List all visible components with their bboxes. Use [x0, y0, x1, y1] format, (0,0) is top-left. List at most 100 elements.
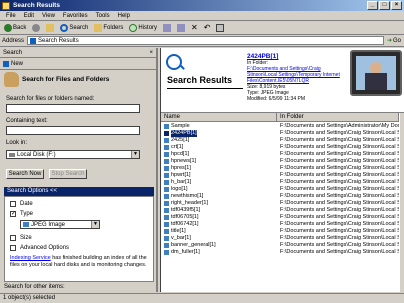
table-row[interactable]: hpres[1] F:\Documents and Settings\Craig … — [161, 165, 399, 172]
table-row[interactable]: Sample F:\Documents and Settings\Administ… — [161, 123, 399, 130]
new-search-button[interactable]: New — [3, 60, 23, 67]
file-name-cell: logo[1] — [161, 186, 277, 193]
address-field[interactable]: Search Results — [27, 36, 384, 45]
vertical-scrollbar[interactable] — [399, 113, 404, 292]
address-bar: Address Search Results ➜ Go — [0, 35, 404, 47]
folder-path-link[interactable]: F:\Documents and Settings\Craig Stinson\… — [247, 66, 343, 84]
jpeg-file-icon — [164, 159, 169, 164]
folders-button[interactable]: Folders — [92, 22, 125, 34]
move-to-button[interactable] — [161, 22, 173, 34]
delete-button[interactable]: ✕ — [189, 22, 200, 34]
jpeg-file-icon — [164, 152, 169, 157]
type-checkbox[interactable]: ✓ — [10, 211, 16, 217]
copy-to-button[interactable] — [175, 22, 187, 34]
file-name: tdf06705[1] — [171, 214, 199, 220]
menu-file[interactable]: File — [2, 13, 20, 19]
jpeg-file-icon — [164, 166, 169, 171]
date-label: Date — [20, 201, 33, 207]
containing-text-input[interactable] — [6, 126, 140, 135]
back-button[interactable]: Back — [2, 22, 28, 34]
file-name: hpwrt[1] — [171, 172, 191, 178]
table-row[interactable]: right_header[1] F:\Documents and Settings… — [161, 200, 399, 207]
file-folder: F:\Documents and Settings\Craig Stinson\… — [280, 200, 399, 206]
undo-button[interactable]: ↶ — [202, 22, 213, 34]
folders-label: Folders — [103, 24, 124, 31]
table-row[interactable]: tdf0439f5[1] F:\Documents and Settings\Cr… — [161, 207, 399, 214]
search-pane-toolbar: New — [0, 58, 156, 70]
advanced-options-checkbox[interactable] — [10, 245, 16, 251]
search-options-header[interactable]: Search Options << — [4, 187, 154, 196]
file-name: Sample — [171, 123, 190, 129]
table-row[interactable]: hpwrt[1] F:\Documents and Settings\Craig … — [161, 172, 399, 179]
file-name-cell: banner_general[1] — [161, 242, 277, 249]
date-checkbox[interactable] — [10, 201, 16, 207]
advanced-options-label: Advanced Options — [20, 245, 70, 251]
title-bar: Search Results _ □ × — [0, 0, 404, 11]
file-folder: F:\Documents and Settings\Craig Stinson\… — [280, 130, 399, 136]
drive-icon — [9, 152, 15, 157]
table-row[interactable]: 2425[1] F:\Documents and Settings\Craig S… — [161, 137, 399, 144]
type-select[interactable]: JPEG Image ▼ — [20, 220, 100, 229]
file-details: 2424PB[1] In Folder: F:\Documents and Se… — [247, 53, 343, 102]
menu-help[interactable]: Help — [114, 13, 134, 19]
table-row[interactable]: dm_fuller[1] F:\Documents and Settings\Cr… — [161, 249, 399, 256]
table-row[interactable]: v_bar[1] F:\Documents and Settings\Craig … — [161, 235, 399, 242]
views-button[interactable] — [214, 22, 226, 34]
jpeg-file-icon — [164, 236, 169, 241]
address-value: Search Results — [38, 37, 79, 44]
history-button[interactable]: History — [127, 22, 159, 34]
size-checkbox[interactable] — [10, 235, 16, 241]
table-row[interactable]: tdf06742[1] F:\Documents and Settings\Cra… — [161, 221, 399, 228]
file-name-cell: title[1] — [161, 228, 277, 235]
close-button[interactable]: × — [391, 1, 402, 10]
file-name-cell: hpcd[1] — [161, 151, 277, 158]
file-name: hpnews[1] — [171, 158, 197, 164]
look-in-select[interactable]: Local Disk (F:) ▼ — [6, 150, 140, 159]
file-name: crt[1] — [171, 144, 184, 150]
table-row[interactable]: tdf06705[1] F:\Documents and Settings\Cra… — [161, 214, 399, 221]
table-row[interactable]: 2424PB[1] F:\Documents and Settings\Craig… — [161, 130, 399, 137]
table-row[interactable]: title[1] F:\Documents and Settings\Craig … — [161, 228, 399, 235]
file-folder: F:\Documents and Settings\Craig Stinson\… — [280, 214, 399, 220]
search-now-button[interactable]: Search Now — [6, 169, 44, 179]
filename-input[interactable] — [6, 104, 140, 113]
toolbar: Back Search Folders History ✕ ↶ — [0, 21, 404, 35]
file-name: v_bar[1] — [171, 235, 191, 241]
jpeg-file-icon — [164, 215, 169, 220]
minimize-button[interactable]: _ — [367, 1, 378, 10]
stop-search-button[interactable]: Stop Search — [49, 169, 87, 179]
file-folder: F:\Documents and Settings\Craig Stinson\… — [280, 242, 399, 248]
table-row[interactable]: banner_general[1] F:\Documents and Settin… — [161, 242, 399, 249]
file-folder: F:\Documents and Settings\Administrator\… — [280, 123, 399, 129]
table-row[interactable]: crt[1] F:\Documents and Settings\Craig St… — [161, 144, 399, 151]
table-row[interactable]: h_bar[1] F:\Documents and Settings\Craig … — [161, 179, 399, 186]
table-row[interactable]: newthismo[1] F:\Documents and Settings\Cr… — [161, 193, 399, 200]
close-pane-icon[interactable]: × — [149, 50, 153, 56]
menu-tools[interactable]: Tools — [92, 13, 114, 19]
menu-favorites[interactable]: Favorites — [59, 13, 92, 19]
magnifier-handle-icon — [179, 64, 185, 70]
jpeg-file-icon — [164, 222, 169, 227]
maximize-button[interactable]: □ — [379, 1, 390, 10]
go-arrow-icon: ➜ — [386, 38, 392, 44]
table-row[interactable]: hpnews[1] F:\Documents and Settings\Craig… — [161, 158, 399, 165]
file-folder: F:\Documents and Settings\Craig Stinson\… — [280, 235, 399, 241]
search-pane-header: Search × — [0, 48, 156, 58]
search-button[interactable]: Search — [58, 22, 90, 34]
go-button[interactable]: ➜ Go — [386, 37, 404, 45]
forward-button[interactable] — [30, 22, 42, 34]
search-results-logo-icon — [166, 54, 182, 70]
menu-edit[interactable]: Edit — [20, 13, 38, 19]
up-folder-button[interactable] — [44, 22, 56, 34]
table-row[interactable]: hpcd[1] F:\Documents and Settings\Craig S… — [161, 151, 399, 158]
file-name: tdf0439f5[1] — [171, 207, 201, 213]
menu-view[interactable]: View — [38, 13, 59, 19]
name-column-header[interactable]: Name — [161, 113, 277, 121]
file-name: logo[1] — [171, 186, 188, 192]
table-row[interactable]: logo[1] F:\Documents and Settings\Craig S… — [161, 186, 399, 193]
jpeg-file-icon — [164, 208, 169, 213]
indexing-service-link[interactable]: Indexing Service — [10, 255, 51, 261]
menu-bar: File Edit View Favorites Tools Help — [0, 11, 404, 21]
folder-column-header[interactable]: In Folder — [277, 113, 399, 121]
search-heading: Search for Files and Folders — [22, 76, 110, 83]
